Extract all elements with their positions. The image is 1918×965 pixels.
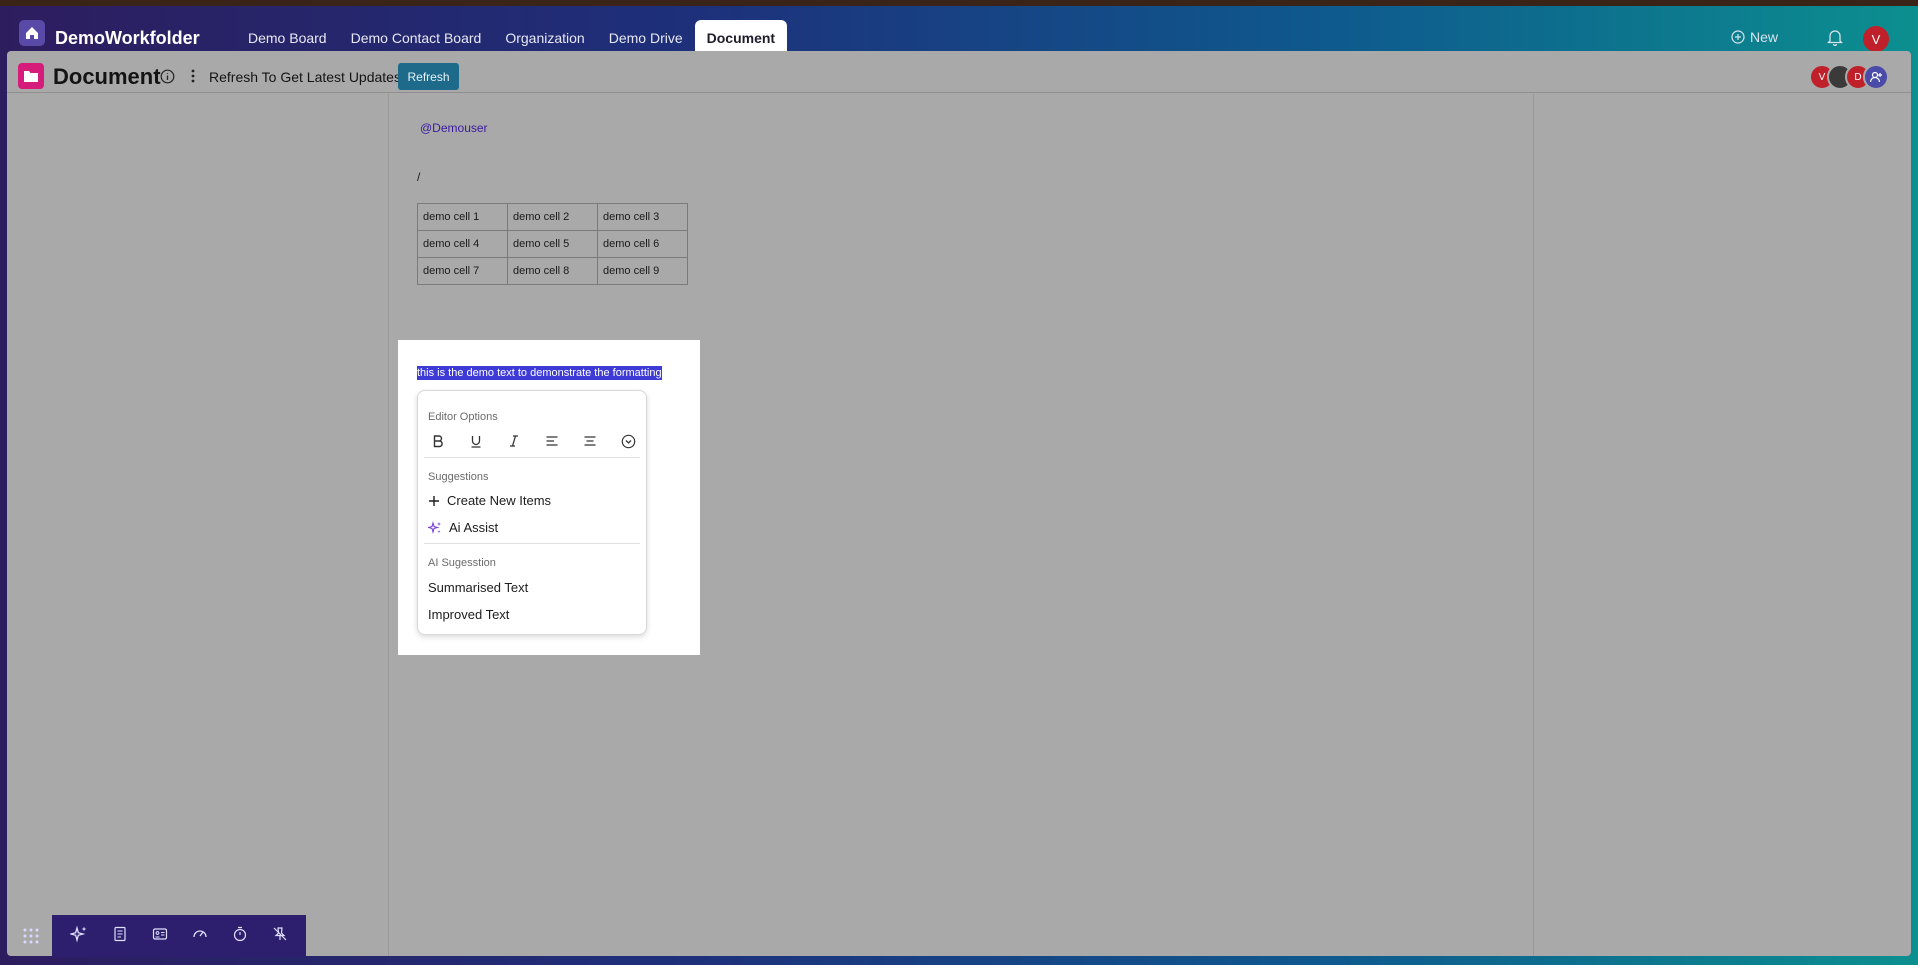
document-panel: Document Refresh To Get Latest Updates R… (7, 51, 1911, 956)
apps-grid-icon[interactable] (10, 915, 52, 957)
refresh-button[interactable]: Refresh (398, 63, 459, 90)
folder-icon (18, 63, 44, 89)
timer-icon[interactable] (232, 926, 248, 947)
table-cell[interactable]: demo cell 3 (597, 203, 688, 231)
unpin-icon[interactable] (272, 926, 288, 947)
plus-icon (429, 495, 439, 506)
app-title: DemoWorkfolder (55, 28, 200, 48)
quick-tools (52, 915, 306, 957)
home-button[interactable] (19, 20, 45, 46)
create-new-items-label: Create New Items (447, 493, 552, 508)
bell-icon (1826, 30, 1844, 47)
editor-options-heading: Editor Options (428, 411, 498, 423)
menu-divider (424, 543, 640, 544)
notes-icon[interactable] (112, 926, 128, 947)
add-user-icon[interactable] (1863, 64, 1889, 90)
sparkles-icon (428, 520, 441, 534)
align-center-icon[interactable] (580, 431, 600, 451)
selected-text[interactable]: this is the demo text to demonstrate the… (417, 366, 662, 380)
table-row: demo cell 4 demo cell 5 demo cell 6 (417, 230, 688, 258)
improved-text-option[interactable]: Improved Text (428, 607, 509, 622)
table-cell[interactable]: demo cell 7 (417, 257, 508, 285)
app-header: DemoWorkfolder Demo Board Demo Contact B… (0, 6, 1918, 56)
home-icon (26, 27, 38, 39)
align-left-icon[interactable] (542, 431, 562, 451)
ai-sparkles-icon[interactable] (68, 925, 88, 948)
create-new-items-option[interactable]: Create New Items (428, 493, 551, 508)
chevron-down-circle-icon[interactable] (618, 431, 638, 451)
table-cell[interactable]: demo cell 2 (507, 203, 598, 231)
underline-icon[interactable] (466, 431, 486, 451)
table-row: demo cell 1 demo cell 2 demo cell 3 (417, 203, 688, 231)
document-toolbar: Document Refresh To Get Latest Updates R… (7, 51, 1911, 93)
speedometer-icon[interactable] (192, 926, 208, 947)
table-row: demo cell 7 demo cell 8 demo cell 9 (417, 257, 688, 285)
new-button[interactable]: New (1731, 29, 1778, 45)
ai-suggestion-heading: AI Sugesstion (428, 557, 496, 569)
notification-bell[interactable] (1826, 28, 1844, 51)
info-icon[interactable] (160, 69, 175, 89)
suggestions-heading: Suggestions (428, 471, 489, 483)
plus-circle-icon (1731, 30, 1745, 44)
menu-divider (424, 457, 640, 458)
bottom-toolbar (10, 915, 306, 957)
ai-assist-option[interactable]: Ai Assist (428, 520, 498, 535)
table-cell[interactable]: demo cell 4 (417, 230, 508, 258)
table-cell[interactable]: demo cell 6 (597, 230, 688, 258)
italic-icon[interactable] (504, 431, 524, 451)
format-toolbar (428, 431, 638, 451)
id-card-icon[interactable] (152, 926, 168, 947)
ai-assist-label: Ai Assist (449, 520, 499, 535)
refresh-message: Refresh To Get Latest Updates (209, 69, 401, 85)
summarised-text-option[interactable]: Summarised Text (428, 580, 528, 595)
collaborator-avatars[interactable]: V D (1809, 64, 1889, 90)
more-options-icon[interactable] (190, 68, 196, 89)
table-cell[interactable]: demo cell 1 (417, 203, 508, 231)
slash-command-text: / (417, 170, 421, 184)
user-avatar[interactable]: V (1863, 26, 1889, 52)
table-cell[interactable]: demo cell 8 (507, 257, 598, 285)
user-mention[interactable]: @Demouser (420, 121, 488, 135)
new-button-label: New (1750, 29, 1779, 45)
editor-options-menu: Editor Options Suggestions Create New It… (417, 390, 647, 635)
bold-icon[interactable] (428, 431, 448, 451)
table-cell[interactable]: demo cell 5 (507, 230, 598, 258)
table-cell[interactable]: demo cell 9 (597, 257, 688, 285)
page-title: Document (53, 64, 161, 89)
demo-table[interactable]: demo cell 1 demo cell 2 demo cell 3 demo… (417, 203, 688, 285)
